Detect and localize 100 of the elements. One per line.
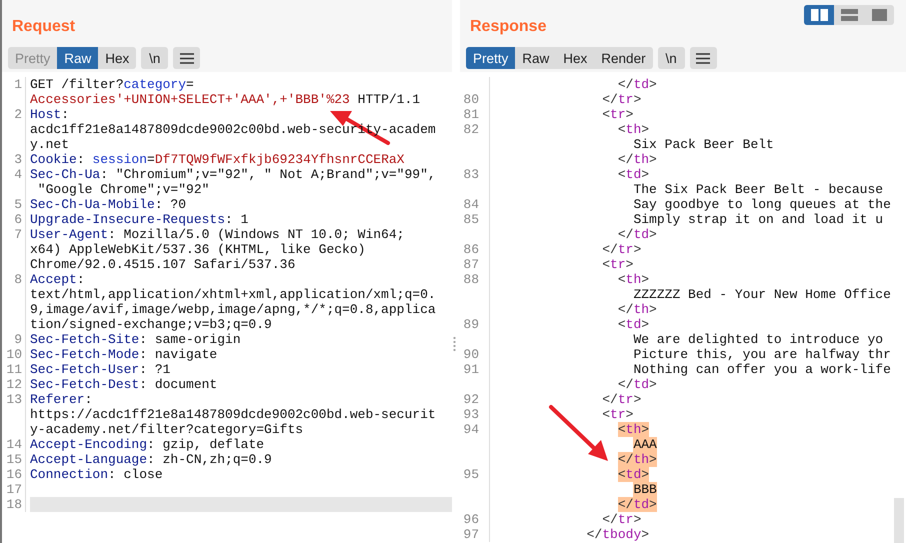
code-line: Simply strap it on and load it u bbox=[633, 212, 884, 227]
line-number: 10 bbox=[6, 347, 22, 362]
code-line: Sec-Fetch-Mode: navigate bbox=[30, 347, 218, 362]
view-tab[interactable]: Raw bbox=[57, 47, 98, 69]
code-line: Sec-Ch-Ua-Mobile: ?0 bbox=[30, 197, 186, 212]
line-number: 92 bbox=[463, 392, 479, 407]
code-line: Accessories'+UNION+SELECT+'AAA',+'BBB'%23 HTTP/1.1 bbox=[30, 92, 420, 107]
code-line: ZZZZZZ Bed - Your New Home Office bbox=[633, 287, 891, 302]
code-line: Accept: bbox=[30, 272, 85, 287]
code-line: <tr> bbox=[602, 407, 634, 422]
view-tab[interactable]: Hex bbox=[556, 47, 594, 69]
line-number: 18 bbox=[6, 497, 22, 512]
code-line: GET /filter?category= bbox=[30, 77, 194, 92]
line-number: 93 bbox=[463, 407, 479, 422]
code-line: </td> bbox=[618, 227, 657, 242]
menu-button[interactable] bbox=[173, 47, 200, 69]
line-number: 4 bbox=[14, 167, 22, 182]
code-line: Accept-Encoding: gzip, deflate bbox=[30, 437, 264, 452]
line-number: 12 bbox=[6, 377, 22, 392]
code-line: </th> bbox=[618, 302, 657, 317]
code-line: Six Pack Beer Belt bbox=[633, 137, 774, 152]
line-number: 9 bbox=[14, 332, 22, 347]
code-line: x64) AppleWebKit/537.36 (KHTML, like Gecko) bbox=[30, 242, 366, 257]
code-line: </tr> bbox=[602, 242, 642, 257]
line-number: 1 bbox=[14, 77, 22, 92]
view-tab[interactable]: Pretty bbox=[466, 47, 516, 69]
code-line: <td> bbox=[618, 167, 650, 182]
columns-layout-button[interactable] bbox=[804, 5, 834, 25]
newline-button[interactable]: \n bbox=[141, 47, 168, 69]
annotation-arrow bbox=[549, 405, 608, 461]
code-line: We are delighted to introduce yo bbox=[633, 332, 884, 347]
code-line: Sec-Fetch-Site: same-origin bbox=[30, 332, 241, 347]
code-line: tion/signed-exchange;v=b3;q=0.9 bbox=[30, 317, 272, 332]
code-line: Upgrade-Insecure-Requests: 1 bbox=[30, 212, 248, 227]
single-pane-icon bbox=[872, 9, 886, 21]
code-line: text/html,application/xhtml+xml,application/xml;q=0. bbox=[30, 287, 436, 302]
line-number: 80 bbox=[463, 92, 479, 107]
line-number: 96 bbox=[463, 512, 479, 527]
view-tab[interactable]: Render bbox=[594, 47, 653, 69]
code-line: y-academy.net/filter?category=Gifts bbox=[30, 422, 304, 437]
code-line: Chrome/92.0.4515.107 Safari/537.36 bbox=[30, 257, 296, 272]
code-line: Accept-Language: zh-CN,zh;q=0.9 bbox=[30, 452, 272, 467]
code-line: </tr> bbox=[602, 512, 642, 527]
line-number: 6 bbox=[14, 212, 22, 227]
two-rows-icon bbox=[840, 9, 858, 21]
line-number: 15 bbox=[6, 452, 22, 467]
line-number: 94 bbox=[463, 422, 479, 437]
line-number: 16 bbox=[6, 467, 22, 482]
line-number: 5 bbox=[14, 197, 22, 212]
panel-title: Response bbox=[470, 18, 546, 35]
code-line: Sec-Fetch-Dest: document bbox=[30, 377, 218, 392]
line-number: 2 bbox=[14, 107, 22, 122]
code-line: https://acdc1ff21e8a1487809dcde9002c00bd.web-securit bbox=[30, 407, 436, 422]
view-tab[interactable]: Hex bbox=[98, 47, 136, 69]
line-number: 14 bbox=[6, 437, 22, 452]
code-line: "Google Chrome";v="92" bbox=[36, 182, 210, 197]
code-line: Sec-Fetch-User: ?1 bbox=[30, 362, 170, 377]
code-line: Cookie: session=Df7TQW9fWFxfkjb69234YfhsnrCCERaX bbox=[30, 152, 404, 167]
code-line: The Six Pack Beer Belt - because bbox=[633, 182, 884, 197]
code-line: Host: bbox=[30, 107, 70, 122]
two-columns-icon bbox=[810, 9, 828, 21]
code-line: y.net bbox=[30, 137, 70, 152]
code-line: </tr> bbox=[602, 392, 642, 407]
line-number: 83 bbox=[463, 167, 479, 182]
code-line: 9,image/avif,image/webp,image/apng,*/*;q=0.8,applica bbox=[30, 302, 436, 317]
line-number: 85 bbox=[463, 212, 479, 227]
line-number: 87 bbox=[463, 257, 479, 272]
menu-icon bbox=[696, 52, 710, 64]
line-number: 82 bbox=[463, 122, 479, 137]
line-number: 81 bbox=[463, 107, 479, 122]
code-line: User-Agent: Mozilla/5.0 (Windows NT 10.0; Win64; bbox=[30, 227, 404, 242]
code-line: </tbody> bbox=[586, 527, 650, 542]
code-line: </td> bbox=[618, 77, 657, 92]
line-number: 8 bbox=[14, 272, 22, 287]
scrollbar[interactable] bbox=[894, 498, 904, 543]
code-line: <tr> bbox=[602, 107, 634, 122]
code-line: <td> bbox=[618, 317, 650, 332]
newline-button[interactable]: \n bbox=[658, 47, 685, 69]
panel-title: Request bbox=[12, 18, 76, 35]
line-number: 17 bbox=[6, 482, 22, 497]
line-number: 3 bbox=[14, 152, 22, 167]
code-line: Connection: close bbox=[30, 467, 163, 482]
line-number: 86 bbox=[463, 242, 479, 257]
code-line: </tr> bbox=[602, 92, 642, 107]
drag-handle-icon[interactable] bbox=[453, 336, 456, 352]
view-tab[interactable]: Raw bbox=[515, 47, 556, 69]
code-line: Sec-Ch-Ua: "Chromium";v="92", " Not A;Brand";v="99", bbox=[30, 167, 436, 182]
menu-button[interactable] bbox=[690, 47, 717, 69]
code-line: Nothing can offer you a work-life bbox=[633, 362, 891, 377]
code-line: Picture this, you are halfway thr bbox=[633, 347, 891, 362]
code-line: <th> bbox=[618, 272, 650, 287]
menu-icon bbox=[180, 52, 194, 64]
code-line: </td> bbox=[618, 377, 657, 392]
line-number: 90 bbox=[463, 347, 479, 362]
line-number: 88 bbox=[463, 272, 479, 287]
line-number: 89 bbox=[463, 317, 479, 332]
line-number: 7 bbox=[14, 227, 22, 242]
line-number: 84 bbox=[463, 197, 479, 212]
code-line: Referer: bbox=[30, 392, 92, 407]
line-number: 95 bbox=[463, 467, 479, 482]
